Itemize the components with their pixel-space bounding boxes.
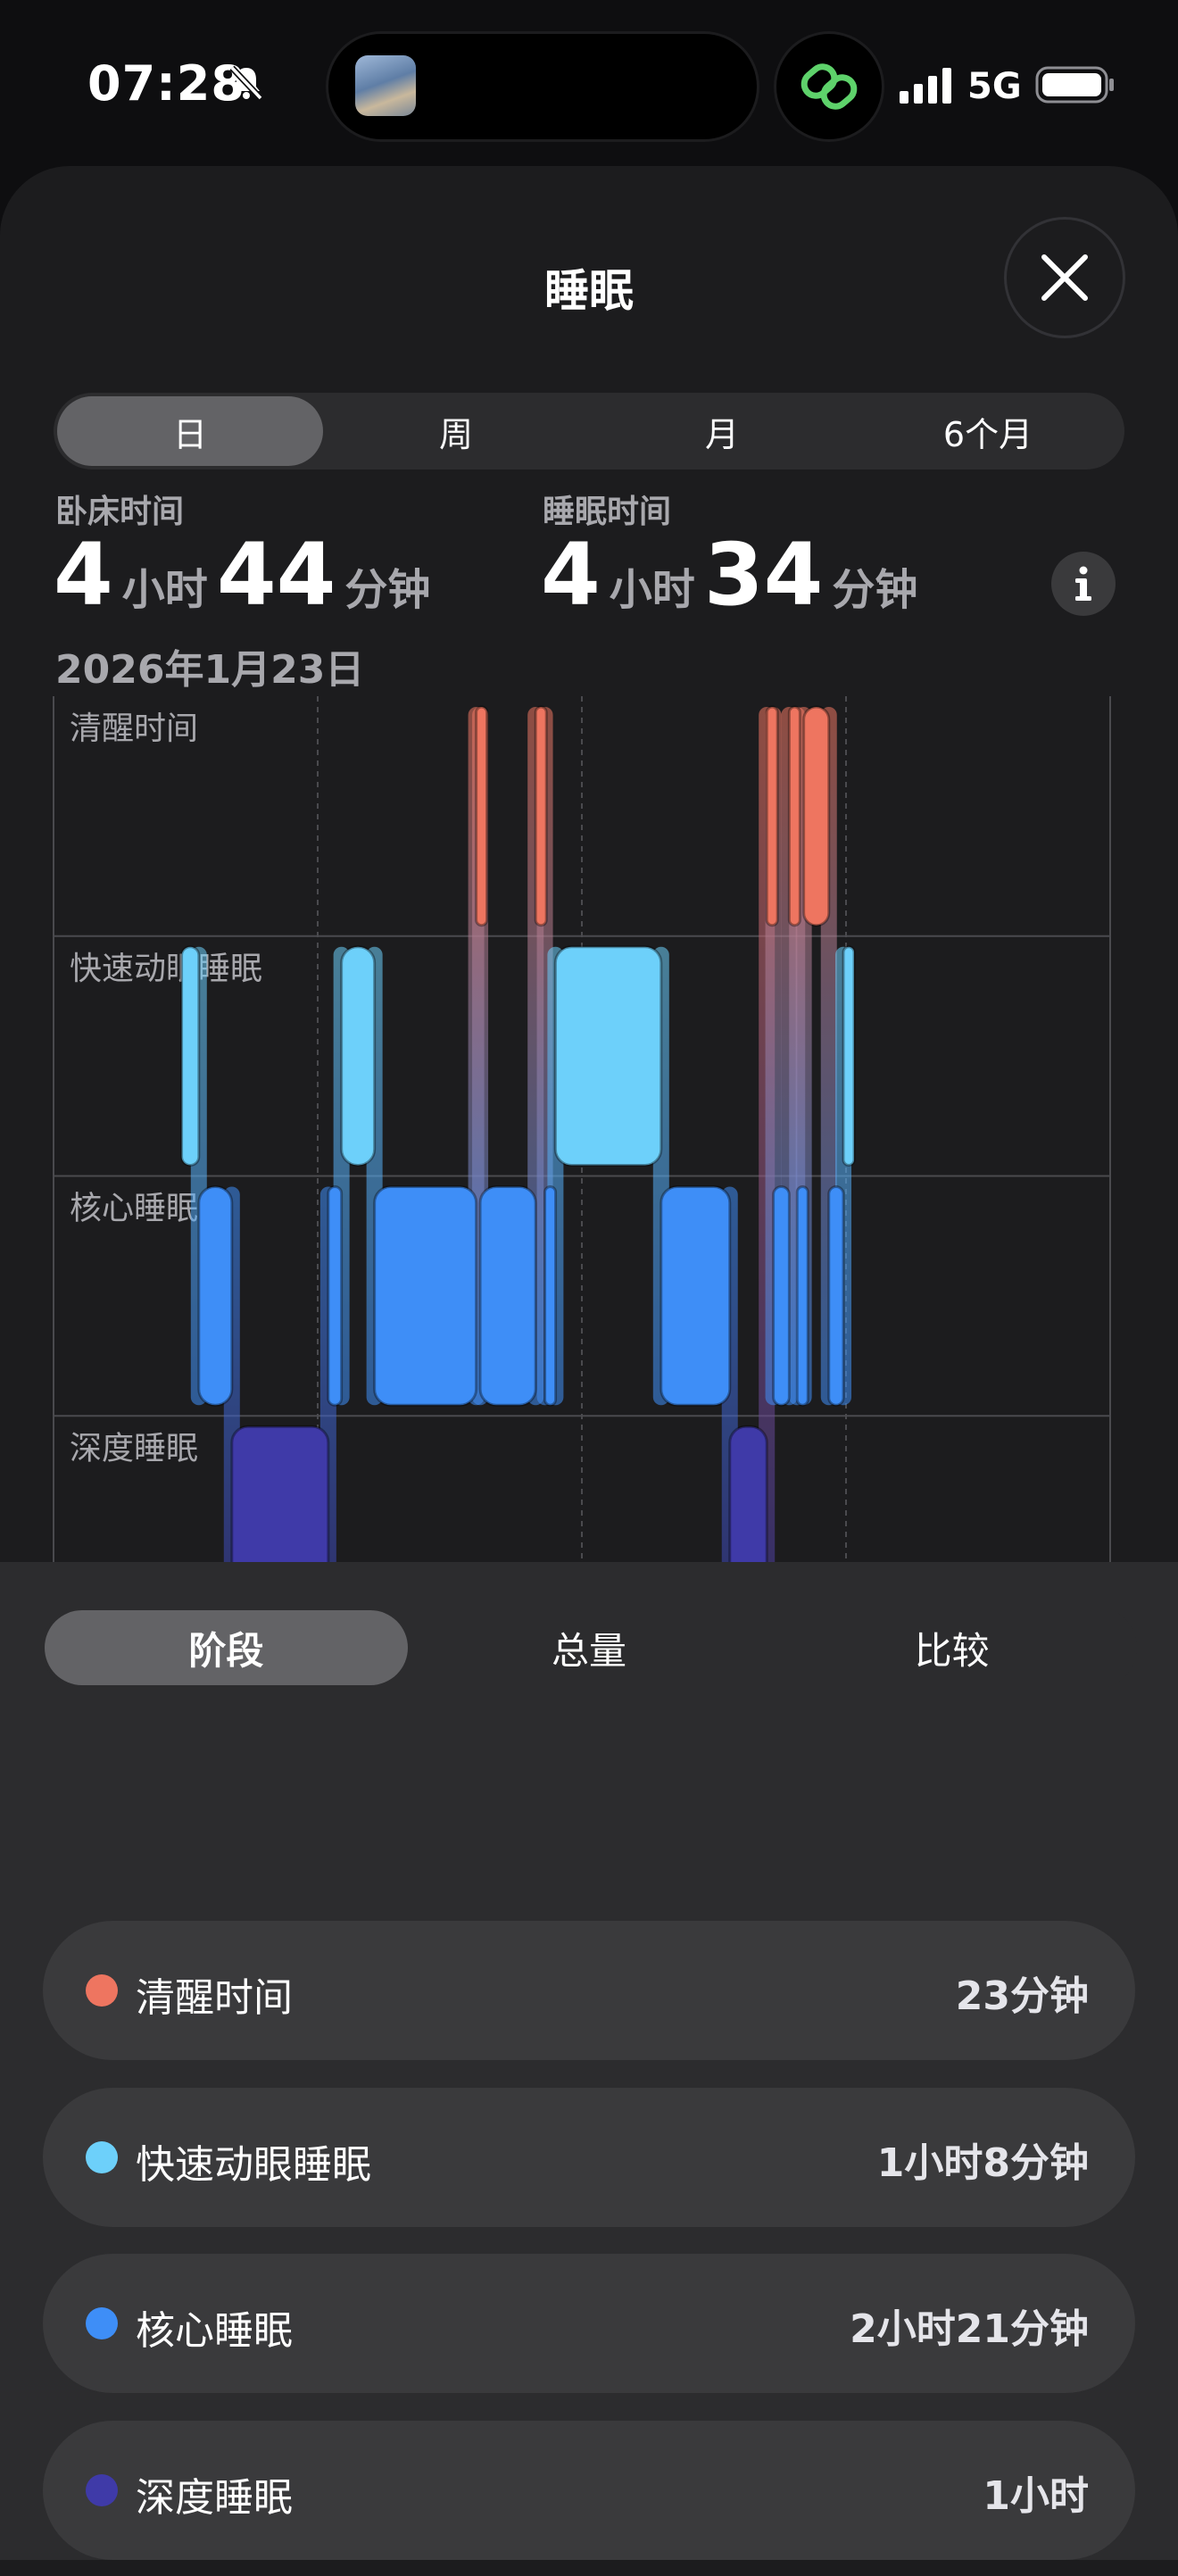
sleep-block-rem <box>842 945 856 1167</box>
sleep-stages-chart: 00:0002:0004:0006:00清醒时间快速动眼睡眠核心睡眠深度睡眠 <box>53 696 1111 1696</box>
sleep-block-awake <box>765 705 779 927</box>
tab-stages[interactable]: 阶段 <box>45 1610 408 1685</box>
sleep-block-core <box>327 1185 344 1407</box>
tab-week[interactable]: 周 <box>323 396 589 466</box>
stage-name: 快速动眼睡眠 <box>136 2142 371 2188</box>
view-segmented-control: 阶段 总量 比较 <box>41 1607 1137 1689</box>
stage-level-label: 深度睡眠 <box>70 1430 198 1467</box>
stage-name: 清醒时间 <box>136 1975 293 2021</box>
stage-duration: 1小时 <box>983 2473 1089 2519</box>
range-segmented-control: 日 周 月 6个月 <box>54 393 1124 469</box>
tab-day[interactable]: 日 <box>57 396 323 466</box>
close-icon <box>1041 254 1088 301</box>
sleep-block-core <box>197 1185 234 1407</box>
sleep-block-core <box>478 1185 537 1407</box>
deep-dot <box>86 2474 118 2506</box>
network-type: 5G <box>967 66 1022 107</box>
stage-row-rem[interactable]: 快速动眼睡眠 1小时8分钟 <box>43 2088 1135 2227</box>
awake-dot <box>86 1974 118 2007</box>
stage-level-label: 核心睡眠 <box>70 1191 198 1227</box>
status-bar: 07:28 5G <box>0 0 1178 170</box>
tab-comparisons[interactable]: 比较 <box>770 1610 1133 1685</box>
stage-duration: 2小时21分钟 <box>850 2306 1089 2352</box>
sleep-block-core <box>827 1185 845 1407</box>
sleep-block-core <box>373 1185 478 1407</box>
stage-duration: 1小时8分钟 <box>876 2140 1089 2186</box>
stage-level-label: 清醒时间 <box>70 710 198 747</box>
sleep-block-rem <box>340 945 377 1167</box>
close-button[interactable] <box>1007 220 1123 336</box>
sleep-block-core <box>660 1185 732 1407</box>
stage-level-label: 快速动眼睡眠 <box>70 951 262 987</box>
sleep-block-rem <box>180 945 201 1167</box>
sleep-block-awake <box>534 705 548 927</box>
rem-dot <box>86 2141 118 2173</box>
now-playing-artwork[interactable] <box>355 55 416 116</box>
dynamic-island[interactable] <box>328 34 757 139</box>
stage-row-deep[interactable]: 深度睡眠 1小时 <box>43 2421 1135 2560</box>
sleep-block-core <box>795 1185 809 1407</box>
link-icon <box>801 63 858 110</box>
status-time: 07:28 <box>87 55 245 112</box>
sleep-block-core <box>543 1185 558 1407</box>
sleep-block-awake <box>787 705 801 927</box>
core-dot <box>86 2307 118 2339</box>
stage-name: 核心睡眠 <box>136 2308 293 2354</box>
signal-icon <box>900 68 951 104</box>
battery-icon <box>1035 66 1114 104</box>
sleep-block-rem <box>553 945 663 1167</box>
stage-row-core[interactable]: 核心睡眠 2小时21分钟 <box>43 2254 1135 2393</box>
tab-amounts[interactable]: 总量 <box>408 1610 771 1685</box>
stage-row-awake[interactable]: 清醒时间 23分钟 <box>43 1921 1135 2060</box>
sleep-block-core <box>772 1185 791 1407</box>
sheet-title: 睡眠 <box>544 265 634 317</box>
stage-duration: 23分钟 <box>955 1974 1089 2019</box>
stage-name: 深度睡眠 <box>136 2475 293 2521</box>
tab-month[interactable]: 月 <box>589 396 855 466</box>
tab-six-months[interactable]: 6个月 <box>855 396 1121 466</box>
bell-slash-icon <box>229 65 263 101</box>
sleep-block-awake <box>475 705 489 927</box>
summary-panel <box>0 1562 1178 2560</box>
sleep-block-awake <box>802 705 831 927</box>
link-bubble[interactable] <box>776 34 882 139</box>
